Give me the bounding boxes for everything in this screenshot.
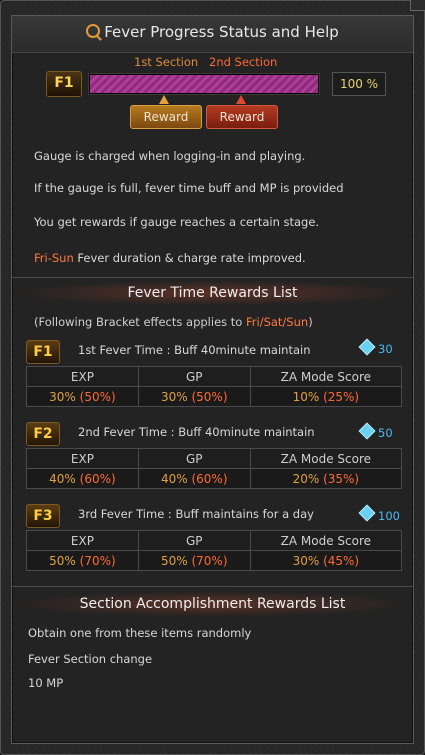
divider: [12, 586, 413, 587]
tier-1-gp: 30% (50%): [137, 386, 251, 407]
value-bonus: (45%): [323, 553, 360, 568]
corner-frame: [410, 0, 425, 11]
accomplishment-line-3: 10 MP: [28, 676, 64, 690]
tier-1-exp: 30% (50%): [26, 386, 139, 407]
tier-2-gems: 50: [378, 426, 393, 440]
col-exp: EXP: [26, 366, 139, 387]
title-bar: Fever Progress Status and Help: [12, 16, 413, 53]
value-bonus: (60%): [191, 471, 228, 486]
gem-icon: [358, 504, 376, 522]
tier-3-za: 30% (45%): [249, 550, 403, 571]
tier-badge-f1: F1: [26, 340, 60, 364]
help-line-4: Fri-Sun Fever duration & charge rate imp…: [34, 251, 306, 265]
tier-1-table: EXP GP ZA Mode Score 30% (50%) 30% (50%)…: [26, 366, 403, 407]
help-line-3: You get rewards if gauge reaches a certa…: [34, 215, 320, 229]
value-bonus: (25%): [323, 389, 360, 404]
value-base: 20%: [292, 471, 324, 486]
bracket-note-prefix: (Following Bracket effects applies to: [34, 315, 246, 329]
value-bonus: (50%): [191, 389, 228, 404]
col-exp: EXP: [26, 530, 139, 551]
rewards-list-heading: Fever Time Rewards List: [12, 280, 413, 306]
section1-marker-icon: [159, 95, 169, 104]
accomplishment-line-1: Obtain one from these items randomly: [28, 626, 252, 640]
tier-2-gp: 40% (60%): [137, 468, 251, 489]
section2-label: 2nd Section: [209, 55, 278, 69]
tier-3-gems: 100: [378, 509, 400, 523]
value-base: 30%: [160, 389, 192, 404]
bracket-note: (Following Bracket effects applies to Fr…: [34, 315, 313, 329]
section1-reward-button[interactable]: Reward: [130, 105, 202, 129]
tier-3-text: 3rd Fever Time : Buff maintains for a da…: [78, 507, 314, 521]
tier-2-text: 2nd Fever Time : Buff 40minute maintain: [78, 425, 315, 439]
section2-reward-button[interactable]: Reward: [206, 105, 278, 129]
value-base: 40%: [49, 471, 80, 486]
col-exp: EXP: [26, 448, 139, 469]
value-bonus: (60%): [79, 471, 116, 486]
window-frame: Fever Progress Status and Help 1st Secti…: [11, 15, 414, 744]
help-line-1: Gauge is charged when logging-in and pla…: [34, 149, 306, 163]
help-line-2: If the gauge is full, fever time buff an…: [34, 181, 344, 195]
tier-3-gp: 50% (70%): [137, 550, 251, 571]
fri-sun-highlight: Fri-Sun: [34, 251, 74, 265]
value-bonus: (70%): [191, 553, 228, 568]
value-bonus: (50%): [79, 389, 116, 404]
gem-icon: [358, 422, 376, 440]
col-gp: GP: [137, 530, 251, 551]
accomplishment-heading: Section Accomplishment Rewards List: [12, 591, 413, 617]
col-za-score: ZA Mode Score: [249, 366, 403, 387]
col-za-score: ZA Mode Score: [249, 530, 403, 551]
section1-label: 1st Section: [134, 55, 199, 69]
tier-1-text: 1st Fever Time : Buff 40minute maintain: [78, 343, 311, 357]
tier-badge-f2: F2: [26, 422, 60, 446]
col-za-score: ZA Mode Score: [249, 448, 403, 469]
value-base: 50%: [49, 553, 80, 568]
col-gp: GP: [137, 366, 251, 387]
magnifier-icon: [86, 24, 101, 38]
value-bonus: (35%): [323, 471, 360, 486]
divider: [12, 277, 413, 278]
value-base: 30%: [292, 553, 324, 568]
tier-1-za: 10% (25%): [249, 386, 403, 407]
accomplishment-line-2: Fever Section change: [28, 652, 153, 666]
section2-marker-icon: [236, 95, 246, 104]
window-title: Fever Progress Status and Help: [12, 23, 413, 41]
window-title-text: Fever Progress Status and Help: [104, 23, 339, 41]
help-line-4-text: Fever duration & charge rate improved.: [73, 251, 306, 265]
tier-2-exp: 40% (60%): [26, 468, 139, 489]
tier-2-table: EXP GP ZA Mode Score 40% (60%) 40% (60%)…: [26, 448, 403, 489]
tier-badge-f1: F1: [46, 71, 82, 97]
tier-2-za: 20% (35%): [249, 468, 403, 489]
bracket-note-suffix: ): [308, 315, 313, 329]
col-gp: GP: [137, 448, 251, 469]
value-base: 10%: [292, 389, 324, 404]
value-base: 30%: [49, 389, 80, 404]
value-base: 50%: [160, 553, 192, 568]
tier-3-exp: 50% (70%): [26, 550, 139, 571]
fever-gauge: [88, 73, 320, 95]
tier-badge-f3: F3: [26, 504, 60, 528]
tier-3-table: EXP GP ZA Mode Score 50% (70%) 50% (70%)…: [26, 530, 403, 571]
gem-icon: [358, 338, 376, 356]
gauge-percent: 100 %: [332, 72, 386, 96]
value-base: 40%: [160, 471, 192, 486]
bracket-note-days: Fri/Sat/Sun: [246, 315, 309, 329]
value-bonus: (70%): [79, 553, 116, 568]
fever-window: Fever Progress Status and Help 1st Secti…: [0, 0, 425, 755]
tier-1-gems: 30: [378, 342, 393, 356]
